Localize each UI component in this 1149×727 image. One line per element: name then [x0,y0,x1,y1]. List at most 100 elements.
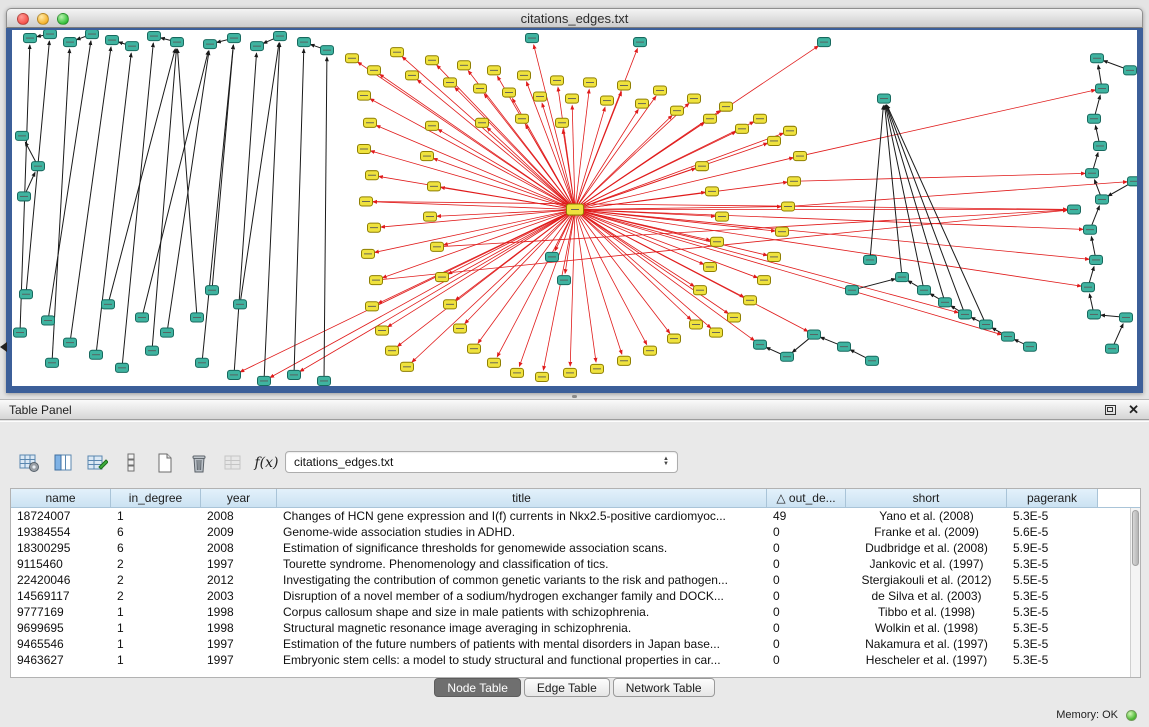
table-cell: 1 [111,652,201,668]
close-panel-icon[interactable]: ✕ [1128,403,1139,416]
graph-edge [294,49,304,375]
table-row[interactable]: 911546021997Tourette syndrome. Phenomeno… [11,556,1140,572]
scrollbar-thumb[interactable] [1132,510,1139,566]
table-cell: 5.3E-5 [1007,604,1098,620]
table-cell: 0 [767,652,846,668]
table-row[interactable]: 1938455462009Genome-wide association stu… [11,524,1140,540]
graph-edge [178,49,198,317]
table-cell: 18300295 [11,540,111,556]
table-cell: Estimation of significance thresholds fo… [277,540,767,556]
table-cell: Wolkin et al. (1998) [846,620,1007,636]
table-cell: 1 [111,508,201,524]
table-cell: Disruption of a novel member of a sodium… [277,588,767,604]
graph-edge [575,210,728,314]
graph-edge [575,210,694,287]
row-list-icon[interactable] [118,451,143,476]
table-toolbar: f(x) [16,449,279,477]
graph-edge [519,210,575,367]
table-cell: Tibbo et al. (1998) [846,604,1007,620]
graph-edge [388,210,575,327]
column-header-6[interactable]: pagerank [1007,489,1098,508]
tab-node-table[interactable]: Node Table [434,678,521,697]
table-cell: 1997 [201,636,277,652]
column-header-1[interactable]: in_degree [111,489,201,508]
table-select-dropdown[interactable]: citations_edges.txt ▲▼ [285,451,678,473]
network-canvas[interactable] [6,28,1143,393]
graph-edge [575,158,793,210]
table-cell: 1998 [201,620,277,636]
table-cell: 2008 [201,508,277,524]
column-header-5[interactable]: short [846,489,1007,508]
graph-edge [575,133,783,209]
table-cell: Estimation of the future numbers of pati… [277,636,767,652]
table-row[interactable]: 1456911722003Disruption of a novel membe… [11,588,1140,604]
table-cell: 0 [767,620,846,636]
table-cell: Corpus callosum shape and size in male p… [277,604,767,620]
close-window-button[interactable] [17,13,29,25]
splitter-grip-icon [572,395,577,398]
graph-edge [575,210,622,355]
table-vertical-scrollbar[interactable] [1130,508,1140,678]
graph-edge [383,210,575,278]
graph-edge [300,210,575,372]
collapse-panel-arrow-icon[interactable] [0,342,7,352]
new-document-icon[interactable] [152,451,177,476]
graph-edge [575,96,656,209]
table-cell: Yano et al. (2008) [846,508,1007,524]
table-row[interactable]: 1872400712008Changes of HCN gene express… [11,508,1140,524]
dropdown-arrows-icon: ▲▼ [657,457,675,467]
table-settings-icon[interactable] [16,451,41,476]
minimize-window-button[interactable] [37,13,49,25]
delete-table-icon[interactable] [186,451,211,476]
table-select-value: citations_edges.txt [294,455,657,469]
table-cell: 1997 [201,652,277,668]
column-header-2[interactable]: year [201,489,277,508]
table-row[interactable]: 946554611997Estimation of the future num… [11,636,1140,652]
graph-edge [108,49,175,304]
graph-edge [438,129,575,209]
network-graph-svg[interactable] [12,30,1137,386]
table-cell: 9465546 [11,636,111,652]
graph-edge [575,207,781,210]
table-cell: 0 [767,604,846,620]
memory-ok-led-icon[interactable] [1126,710,1137,721]
float-panel-icon[interactable] [1105,405,1116,415]
table-cell: Tourette syndrome. Phenomenology and cla… [277,556,767,572]
column-header-4[interactable]: △ out_de... [767,489,846,508]
graph-edge [465,210,575,324]
tab-network-table[interactable]: Network Table [613,678,715,697]
window-titlebar[interactable]: citations_edges.txt [6,8,1143,28]
table-cell: 5.6E-5 [1007,524,1098,540]
table-body: 1872400712008Changes of HCN gene express… [11,508,1140,668]
table-cell: Structural magnetic resonance image aver… [277,620,767,636]
graph-edge [575,210,647,345]
column-layout-icon[interactable] [50,451,75,476]
table-cell: 9777169 [11,604,111,620]
table-row[interactable]: 946362711997Embryonic stem cells: a mode… [11,652,1140,668]
edit-table-icon[interactable] [84,451,109,476]
table-row[interactable]: 1830029562008Estimation of significance … [11,540,1140,556]
table-cell: 1 [111,620,201,636]
table-cell: 1997 [201,556,277,572]
table-row[interactable]: 969969511998Structural magnetic resonanc… [11,620,1140,636]
table-cell: de Silva et al. (2003) [846,588,1007,604]
table-cell: Hescheler et al. (1997) [846,652,1007,668]
table-row[interactable]: 2242004622012Investigating the contribut… [11,572,1140,588]
table-cell: 2 [111,588,201,604]
graph-edge [885,105,924,290]
column-header-0[interactable]: name [11,489,111,508]
table-cell: 2 [111,572,201,588]
function-builder-icon[interactable]: f(x) [254,451,279,476]
table-cell: 5.3E-5 [1007,588,1098,604]
graph-edge [96,53,131,355]
graph-edge [377,126,576,210]
column-header-3[interactable]: title [277,489,767,508]
table-row[interactable]: 977716911998Corpus callosum shape and si… [11,604,1140,620]
graph-edge [788,182,1127,207]
table-cell: 2003 [201,588,277,604]
tab-edge-table[interactable]: Edge Table [524,678,610,697]
table-cell: Stergiakouli et al. (2012) [846,572,1007,588]
table-cell: 2 [111,556,201,572]
zoom-window-button[interactable] [57,13,69,25]
table-cell: 19384554 [11,524,111,540]
